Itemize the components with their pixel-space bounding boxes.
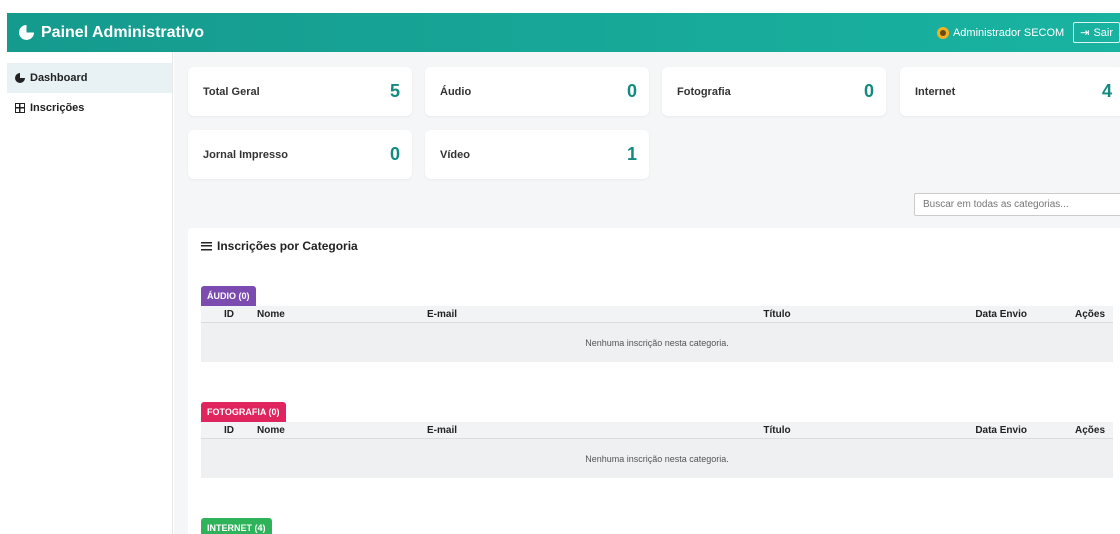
- category-audio: ÁUDIO (0) ID Nome E-mail Título Data Env…: [201, 286, 1113, 362]
- main-content: Total Geral 5 Áudio 0 Fotografia 0 Inter…: [174, 52, 1120, 534]
- stat-value: 5: [389, 81, 400, 101]
- pie-chart-icon: [15, 73, 25, 83]
- category-badge: ÁUDIO (0): [201, 286, 256, 306]
- stat-label: Áudio: [440, 85, 472, 98]
- col-acoes: Ações: [1074, 308, 1105, 320]
- stat-value: 4: [1101, 81, 1112, 101]
- panel-title: Inscrições por Categoria: [201, 239, 358, 253]
- category-badge: INTERNET (4): [201, 518, 272, 534]
- panel-title-text: Inscrições por Categoria: [217, 239, 358, 253]
- category-internet: INTERNET (4): [201, 518, 1113, 534]
- col-email: E-mail: [427, 424, 458, 436]
- list-icon: [201, 241, 212, 251]
- sidebar-item-dashboard[interactable]: Dashboard: [7, 63, 172, 93]
- stat-value: 0: [389, 144, 400, 164]
- col-titulo: Título: [763, 308, 791, 320]
- stat-value: 0: [863, 81, 874, 101]
- col-acoes: Ações: [1074, 424, 1105, 436]
- category-badge: FOTOGRAFIA (0): [201, 402, 286, 422]
- stat-label: Total Geral: [203, 85, 260, 98]
- stat-card-internet: Internet 4: [900, 67, 1120, 116]
- stat-label: Vídeo: [440, 148, 470, 161]
- col-data: Data Envio: [975, 308, 1027, 320]
- search-input[interactable]: [914, 193, 1120, 216]
- stat-card-video: Vídeo 1: [425, 130, 649, 179]
- stat-card-audio: Áudio 0: [425, 67, 649, 116]
- sidebar: Dashboard Inscrições: [7, 52, 173, 534]
- table-icon: [15, 103, 25, 113]
- logout-icon: ⇥: [1080, 27, 1090, 39]
- top-navbar: Painel Administrativo Administrador SECO…: [7, 13, 1120, 52]
- col-email: E-mail: [427, 308, 458, 320]
- categories-panel: Inscrições por Categoria ÁUDIO (0) ID No…: [188, 228, 1120, 534]
- table-header: ID Nome E-mail Título Data Envio Ações: [201, 422, 1113, 439]
- user-name: Administrador SECOM: [952, 26, 1065, 39]
- app-title: Painel Administrativo: [41, 23, 204, 41]
- logout-label: Sair: [1093, 26, 1113, 39]
- col-nome: Nome: [257, 308, 285, 320]
- category-fotografia: FOTOGRAFIA (0) ID Nome E-mail Título Dat…: [201, 402, 1113, 478]
- stat-card-jornal: Jornal Impresso 0: [188, 130, 412, 179]
- stat-value: 0: [626, 81, 637, 101]
- stat-label: Jornal Impresso: [203, 148, 288, 161]
- stat-label: Fotografia: [677, 85, 731, 98]
- sidebar-item-label: Dashboard: [30, 72, 88, 84]
- col-data: Data Envio: [975, 424, 1027, 436]
- stat-value: 1: [626, 144, 637, 164]
- empty-row: Nenhuma inscrição nesta categoria.: [201, 439, 1113, 478]
- pie-chart-icon: [19, 25, 34, 40]
- stat-label: Internet: [915, 85, 956, 98]
- col-id: ID: [224, 424, 234, 436]
- col-titulo: Título: [763, 424, 791, 436]
- user-icon: [936, 26, 949, 39]
- brand[interactable]: Painel Administrativo: [19, 24, 204, 42]
- logout-button[interactable]: ⇥ Sair: [1073, 22, 1120, 43]
- sidebar-item-label: Inscrições: [30, 102, 85, 114]
- col-nome: Nome: [257, 424, 285, 436]
- stat-card-total: Total Geral 5: [188, 67, 412, 116]
- col-id: ID: [224, 308, 234, 320]
- empty-row: Nenhuma inscrição nesta categoria.: [201, 323, 1113, 362]
- table-header: ID Nome E-mail Título Data Envio Ações: [201, 306, 1113, 323]
- sidebar-item-inscricoes[interactable]: Inscrições: [7, 93, 172, 123]
- stat-card-fotografia: Fotografia 0: [662, 67, 886, 116]
- user-info: Administrador SECOM: [936, 26, 1065, 39]
